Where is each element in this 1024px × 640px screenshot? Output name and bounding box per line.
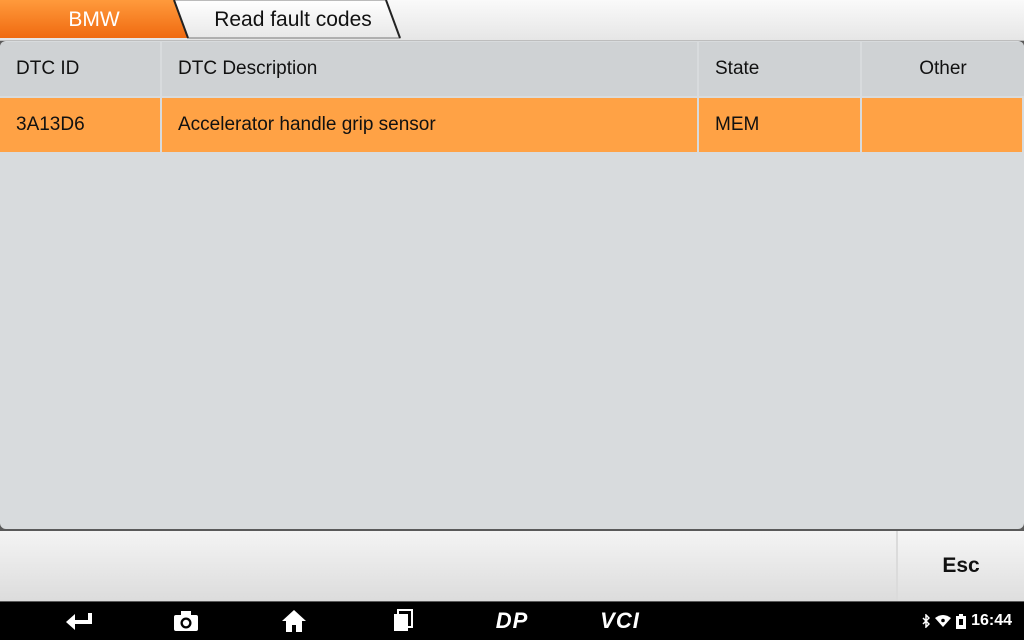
dp-icon[interactable]: DP xyxy=(486,602,538,640)
column-header-dtc-id: DTC ID xyxy=(0,42,160,96)
breadcrumb-brand[interactable]: BMW xyxy=(0,0,188,40)
vci-label: VCI xyxy=(600,608,640,633)
wifi-icon xyxy=(935,615,952,627)
table-header-row: DTC ID DTC Description State Other xyxy=(0,42,1024,96)
column-header-dtc-description: DTC Description xyxy=(162,42,697,96)
cell-dtc-id[interactable]: 3A13D6 xyxy=(0,98,160,152)
dtc-table: DTC ID DTC Description State Other 3A13D… xyxy=(0,41,1024,529)
recent-apps-icon[interactable] xyxy=(379,602,427,640)
battery-icon xyxy=(956,613,967,629)
column-header-other: Other xyxy=(862,42,1024,96)
bottom-toolbar: Esc xyxy=(0,531,1024,601)
cell-dtc-description[interactable]: Accelerator handle grip sensor xyxy=(162,98,697,152)
cell-other[interactable] xyxy=(862,98,1022,152)
camera-icon[interactable] xyxy=(162,602,210,640)
dp-label: DP xyxy=(495,608,529,633)
esc-button[interactable]: Esc xyxy=(898,531,1024,601)
column-header-state: State xyxy=(699,42,860,96)
bluetooth-icon xyxy=(922,614,931,628)
toolbar-empty-area xyxy=(0,531,896,601)
home-icon[interactable] xyxy=(270,602,318,640)
status-time: 16:44 xyxy=(971,612,1012,629)
table-row[interactable]: 3A13D6 Accelerator handle grip sensor ME… xyxy=(0,98,1022,152)
back-icon[interactable] xyxy=(55,602,103,640)
vci-icon[interactable]: VCI xyxy=(592,602,648,640)
breadcrumb: BMW Read fault codes xyxy=(0,0,1024,41)
breadcrumb-page: Read fault codes xyxy=(214,8,372,31)
navigation-bar: DP VCI 16:44 xyxy=(0,602,1024,640)
cell-state[interactable]: MEM xyxy=(699,98,860,152)
status-area: 16:44 xyxy=(922,602,1012,640)
